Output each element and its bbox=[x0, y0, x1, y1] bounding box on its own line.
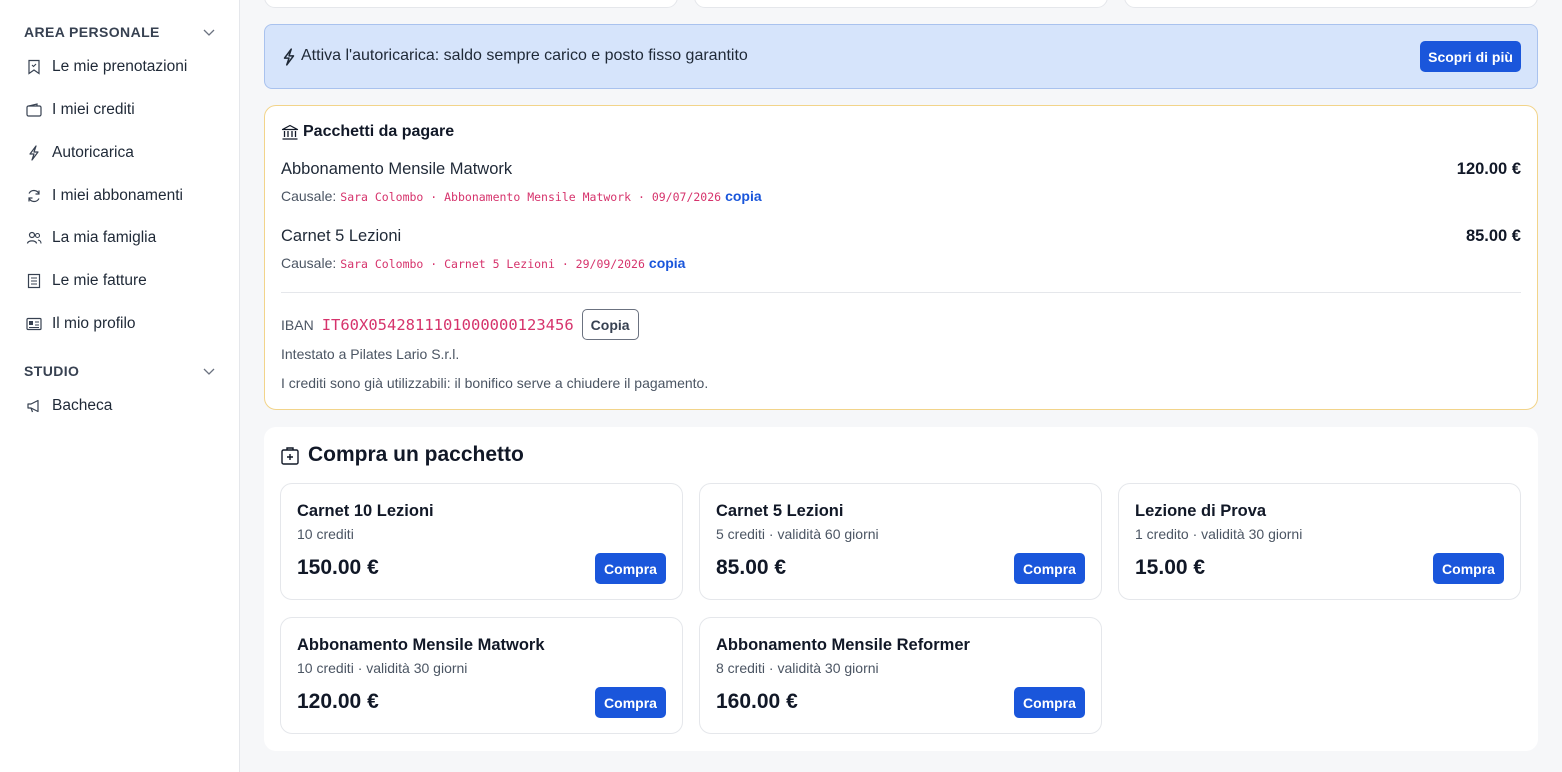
compra-button[interactable]: Compra bbox=[1014, 553, 1085, 584]
card-top-partial bbox=[1124, 0, 1538, 8]
payment-causale: Causale: Sara Colombo · Carnet 5 Lezioni… bbox=[281, 255, 685, 271]
people-icon bbox=[26, 230, 42, 246]
sidebar-item-label: Autoricarica bbox=[52, 144, 134, 161]
sidebar: AREA PERSONALE Le mie prenotazioni I mie… bbox=[0, 0, 240, 772]
copy-causale-link[interactable]: copia bbox=[649, 255, 686, 271]
compra-button[interactable]: Compra bbox=[595, 553, 666, 584]
package-card: Abbonamento Mensile Reformer 8 crediti ·… bbox=[699, 617, 1102, 734]
megaphone-icon bbox=[26, 398, 42, 414]
lightning-icon bbox=[283, 48, 295, 66]
copy-iban-button[interactable]: Copia bbox=[581, 309, 639, 340]
sidebar-item-autoricarica[interactable]: Autoricarica bbox=[26, 139, 226, 167]
receipt-icon bbox=[26, 273, 42, 289]
sidebar-item-label: Bacheca bbox=[52, 397, 113, 414]
payment-name: Abbonamento Mensile Matwork bbox=[281, 160, 513, 178]
iban-holder: Intestato a Pilates Lario S.r.l. bbox=[281, 346, 460, 362]
section-area-personale[interactable]: AREA PERSONALE bbox=[24, 23, 216, 41]
package-price: 15.00 € bbox=[1135, 556, 1206, 579]
bank-icon bbox=[281, 124, 299, 140]
payment-price: 120.00 € bbox=[1456, 160, 1521, 178]
package-desc: 10 crediti · validità 30 giorni bbox=[297, 660, 468, 676]
causale-value: Sara Colombo · Carnet 5 Lezioni · 29/09/… bbox=[340, 257, 645, 271]
sidebar-item-label: I miei crediti bbox=[52, 101, 135, 118]
sidebar-item-profilo[interactable]: Il mio profilo bbox=[26, 310, 226, 338]
payment-price: 85.00 € bbox=[1465, 227, 1521, 245]
package-card: Lezione di Prova 1 credito · validità 30… bbox=[1118, 483, 1521, 600]
package-price: 120.00 € bbox=[297, 690, 379, 713]
buy-package-title: Compra un pacchetto bbox=[280, 443, 524, 467]
package-price: 85.00 € bbox=[716, 556, 787, 579]
card-top-partial bbox=[694, 0, 1108, 8]
sidebar-item-label: Il mio profilo bbox=[52, 315, 136, 332]
package-price: 150.00 € bbox=[297, 556, 379, 579]
sidebar-item-bacheca[interactable]: Bacheca bbox=[26, 392, 226, 420]
card-top-partial bbox=[264, 0, 678, 8]
causale-label: Causale: bbox=[281, 188, 337, 204]
sidebar-item-label: La mia famiglia bbox=[52, 229, 157, 246]
iban-row: IBAN IT60X0542811101000000123456 Copia bbox=[281, 309, 639, 340]
package-desc: 1 credito · validità 30 giorni bbox=[1135, 526, 1303, 542]
package-name: Carnet 5 Lezioni bbox=[716, 502, 844, 520]
package-name: Carnet 10 Lezioni bbox=[297, 502, 434, 520]
title-text: Compra un pacchetto bbox=[308, 443, 524, 466]
pending-payments-title: Pacchetti da pagare bbox=[281, 123, 454, 141]
buy-package-card: Compra un pacchetto Carnet 10 Lezioni 10… bbox=[264, 427, 1538, 751]
lightning-icon bbox=[26, 145, 42, 161]
wallet-icon bbox=[26, 102, 42, 118]
autoricarica-banner: Attiva l'autoricarica: saldo sempre cari… bbox=[264, 24, 1538, 89]
package-desc: 5 crediti · validità 60 giorni bbox=[716, 526, 879, 542]
package-desc: 8 crediti · validità 30 giorni bbox=[716, 660, 879, 676]
compra-button[interactable]: Compra bbox=[1014, 687, 1085, 718]
sidebar-item-fatture[interactable]: Le mie fatture bbox=[26, 267, 226, 295]
chevron-down-icon bbox=[203, 29, 215, 36]
bag-plus-icon bbox=[281, 446, 299, 465]
package-card: Carnet 10 Lezioni 10 crediti 150.00 € Co… bbox=[280, 483, 683, 600]
refresh-icon bbox=[26, 188, 42, 204]
title-text: Pacchetti da pagare bbox=[303, 123, 455, 140]
payment-note: I crediti sono già utilizzabili: il boni… bbox=[281, 375, 709, 391]
package-desc: 10 crediti bbox=[297, 526, 354, 542]
payment-causale: Causale: Sara Colombo · Abbonamento Mens… bbox=[281, 188, 762, 204]
iban-label: IBAN bbox=[281, 316, 314, 333]
compra-button[interactable]: Compra bbox=[595, 687, 666, 718]
sidebar-item-prenotazioni[interactable]: Le mie prenotazioni bbox=[26, 53, 226, 81]
copy-causale-link[interactable]: copia bbox=[725, 188, 762, 204]
bookmark-icon bbox=[26, 59, 42, 75]
sidebar-item-crediti[interactable]: I miei crediti bbox=[26, 96, 226, 124]
payment-name: Carnet 5 Lezioni bbox=[281, 227, 402, 245]
package-card: Carnet 5 Lezioni 5 crediti · validità 60… bbox=[699, 483, 1102, 600]
divider bbox=[281, 292, 1521, 293]
sidebar-item-label: Le mie prenotazioni bbox=[52, 58, 188, 75]
sidebar-item-label: I miei abbonamenti bbox=[52, 187, 183, 204]
pending-payments-card: Pacchetti da pagare Abbonamento Mensile … bbox=[264, 105, 1538, 410]
package-card: Abbonamento Mensile Matwork 10 crediti ·… bbox=[280, 617, 683, 734]
causale-label: Causale: bbox=[281, 255, 337, 271]
iban-value: IT60X0542811101000000123456 bbox=[321, 315, 574, 334]
package-name: Lezione di Prova bbox=[1135, 502, 1267, 520]
scopri-di-piu-button[interactable]: Scopri di più bbox=[1420, 41, 1521, 72]
id-card-icon bbox=[26, 316, 42, 332]
causale-value: Sara Colombo · Abbonamento Mensile Matwo… bbox=[340, 190, 722, 204]
package-name: Abbonamento Mensile Matwork bbox=[297, 636, 545, 654]
package-price: 160.00 € bbox=[716, 690, 798, 713]
section-studio[interactable]: STUDIO bbox=[24, 362, 216, 380]
sidebar-item-label: Le mie fatture bbox=[52, 272, 147, 289]
chevron-down-icon bbox=[203, 368, 215, 375]
sidebar-item-abbonamenti[interactable]: I miei abbonamenti bbox=[26, 182, 226, 210]
sidebar-item-famiglia[interactable]: La mia famiglia bbox=[26, 224, 226, 252]
compra-button[interactable]: Compra bbox=[1433, 553, 1504, 584]
package-name: Abbonamento Mensile Reformer bbox=[716, 636, 970, 654]
section-label: AREA PERSONALE bbox=[24, 24, 160, 40]
banner-text: Attiva l'autoricarica: saldo sempre cari… bbox=[301, 47, 748, 64]
section-label: STUDIO bbox=[24, 363, 80, 379]
